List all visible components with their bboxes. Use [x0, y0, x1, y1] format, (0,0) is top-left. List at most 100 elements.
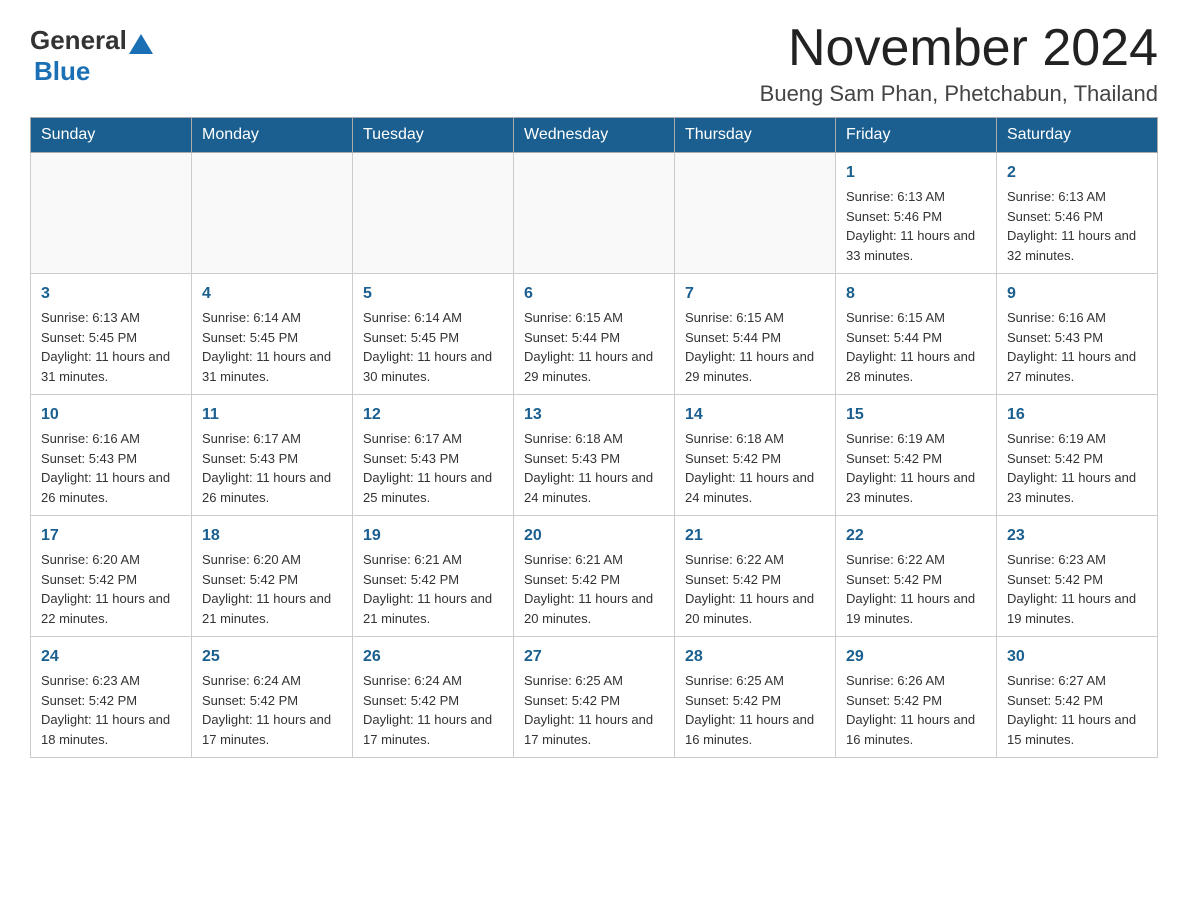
calendar-cell: 29Sunrise: 6:26 AMSunset: 5:42 PMDayligh… [836, 637, 997, 758]
day-info-line: Daylight: 11 hours and 21 minutes. [363, 589, 503, 628]
day-number: 24 [41, 645, 181, 669]
calendar-cell: 22Sunrise: 6:22 AMSunset: 5:42 PMDayligh… [836, 516, 997, 637]
day-info-line: Daylight: 11 hours and 23 minutes. [846, 468, 986, 507]
calendar-cell: 23Sunrise: 6:23 AMSunset: 5:42 PMDayligh… [997, 516, 1158, 637]
calendar-cell: 18Sunrise: 6:20 AMSunset: 5:42 PMDayligh… [192, 516, 353, 637]
calendar-cell: 12Sunrise: 6:17 AMSunset: 5:43 PMDayligh… [353, 395, 514, 516]
day-number: 6 [524, 282, 664, 306]
day-number: 7 [685, 282, 825, 306]
day-info-line: Sunrise: 6:21 AM [524, 550, 664, 570]
day-info-line: Sunrise: 6:14 AM [202, 308, 342, 328]
day-info-line: Sunrise: 6:24 AM [202, 671, 342, 691]
day-info-line: Sunset: 5:43 PM [202, 449, 342, 469]
day-info-line: Sunset: 5:46 PM [1007, 207, 1147, 227]
day-info-line: Sunrise: 6:13 AM [1007, 187, 1147, 207]
calendar-cell: 13Sunrise: 6:18 AMSunset: 5:43 PMDayligh… [514, 395, 675, 516]
day-info-line: Sunset: 5:45 PM [202, 328, 342, 348]
day-info-line: Sunset: 5:42 PM [846, 691, 986, 711]
calendar-cell [675, 153, 836, 274]
day-info-line: Daylight: 11 hours and 26 minutes. [202, 468, 342, 507]
calendar-cell: 11Sunrise: 6:17 AMSunset: 5:43 PMDayligh… [192, 395, 353, 516]
calendar-cell: 25Sunrise: 6:24 AMSunset: 5:42 PMDayligh… [192, 637, 353, 758]
day-info-line: Sunrise: 6:16 AM [1007, 308, 1147, 328]
day-info-line: Sunrise: 6:13 AM [41, 308, 181, 328]
calendar-cell [353, 153, 514, 274]
day-info-line: Sunrise: 6:14 AM [363, 308, 503, 328]
day-info-line: Sunset: 5:45 PM [41, 328, 181, 348]
day-number: 19 [363, 524, 503, 548]
day-info-line: Daylight: 11 hours and 19 minutes. [1007, 589, 1147, 628]
day-info-line: Sunrise: 6:20 AM [202, 550, 342, 570]
day-number: 16 [1007, 403, 1147, 427]
day-number: 25 [202, 645, 342, 669]
day-info-line: Sunset: 5:43 PM [1007, 328, 1147, 348]
day-info-line: Sunset: 5:42 PM [41, 570, 181, 590]
day-number: 2 [1007, 161, 1147, 185]
calendar-cell: 3Sunrise: 6:13 AMSunset: 5:45 PMDaylight… [31, 274, 192, 395]
day-info-line: Sunrise: 6:18 AM [685, 429, 825, 449]
header-wednesday: Wednesday [514, 118, 675, 153]
week-row-4: 17Sunrise: 6:20 AMSunset: 5:42 PMDayligh… [31, 516, 1158, 637]
day-number: 5 [363, 282, 503, 306]
calendar-cell: 2Sunrise: 6:13 AMSunset: 5:46 PMDaylight… [997, 153, 1158, 274]
calendar-cell: 19Sunrise: 6:21 AMSunset: 5:42 PMDayligh… [353, 516, 514, 637]
header-tuesday: Tuesday [353, 118, 514, 153]
day-info-line: Sunrise: 6:17 AM [363, 429, 503, 449]
header-monday: Monday [192, 118, 353, 153]
day-info-line: Sunset: 5:44 PM [846, 328, 986, 348]
day-info-line: Daylight: 11 hours and 33 minutes. [846, 226, 986, 265]
day-info-line: Daylight: 11 hours and 29 minutes. [524, 347, 664, 386]
day-number: 23 [1007, 524, 1147, 548]
logo-triangle-icon [129, 34, 153, 54]
calendar-cell: 15Sunrise: 6:19 AMSunset: 5:42 PMDayligh… [836, 395, 997, 516]
calendar-cell [31, 153, 192, 274]
day-info-line: Sunset: 5:46 PM [846, 207, 986, 227]
calendar-cell: 4Sunrise: 6:14 AMSunset: 5:45 PMDaylight… [192, 274, 353, 395]
day-info-line: Daylight: 11 hours and 31 minutes. [202, 347, 342, 386]
day-info-line: Sunset: 5:43 PM [524, 449, 664, 469]
day-info-line: Sunset: 5:42 PM [363, 691, 503, 711]
day-info-line: Sunrise: 6:23 AM [41, 671, 181, 691]
location-subtitle: Bueng Sam Phan, Phetchabun, Thailand [760, 81, 1158, 107]
calendar-cell: 1Sunrise: 6:13 AMSunset: 5:46 PMDaylight… [836, 153, 997, 274]
day-info-line: Sunrise: 6:23 AM [1007, 550, 1147, 570]
calendar-cell: 5Sunrise: 6:14 AMSunset: 5:45 PMDaylight… [353, 274, 514, 395]
calendar-cell [192, 153, 353, 274]
day-number: 28 [685, 645, 825, 669]
calendar-table: Sunday Monday Tuesday Wednesday Thursday… [30, 117, 1158, 758]
day-info-line: Sunset: 5:43 PM [363, 449, 503, 469]
day-number: 12 [363, 403, 503, 427]
day-info-line: Daylight: 11 hours and 31 minutes. [41, 347, 181, 386]
day-info-line: Sunrise: 6:22 AM [846, 550, 986, 570]
calendar-cell: 17Sunrise: 6:20 AMSunset: 5:42 PMDayligh… [31, 516, 192, 637]
header-thursday: Thursday [675, 118, 836, 153]
day-number: 29 [846, 645, 986, 669]
day-info-line: Daylight: 11 hours and 20 minutes. [685, 589, 825, 628]
day-info-line: Sunset: 5:42 PM [524, 691, 664, 711]
day-info-line: Sunset: 5:42 PM [685, 449, 825, 469]
day-info-line: Daylight: 11 hours and 17 minutes. [202, 710, 342, 749]
day-info-line: Sunset: 5:42 PM [202, 570, 342, 590]
title-section: November 2024 Bueng Sam Phan, Phetchabun… [760, 20, 1158, 107]
day-info-line: Daylight: 11 hours and 20 minutes. [524, 589, 664, 628]
day-info-line: Sunrise: 6:15 AM [846, 308, 986, 328]
calendar-cell: 10Sunrise: 6:16 AMSunset: 5:43 PMDayligh… [31, 395, 192, 516]
day-number: 13 [524, 403, 664, 427]
day-number: 26 [363, 645, 503, 669]
day-number: 8 [846, 282, 986, 306]
day-info-line: Daylight: 11 hours and 27 minutes. [1007, 347, 1147, 386]
day-info-line: Sunrise: 6:17 AM [202, 429, 342, 449]
day-info-line: Sunrise: 6:19 AM [846, 429, 986, 449]
day-info-line: Daylight: 11 hours and 15 minutes. [1007, 710, 1147, 749]
day-info-line: Daylight: 11 hours and 23 minutes. [1007, 468, 1147, 507]
day-number: 3 [41, 282, 181, 306]
day-info-line: Daylight: 11 hours and 17 minutes. [363, 710, 503, 749]
day-info-line: Sunset: 5:42 PM [1007, 570, 1147, 590]
day-number: 4 [202, 282, 342, 306]
day-number: 10 [41, 403, 181, 427]
header-saturday: Saturday [997, 118, 1158, 153]
calendar-cell: 8Sunrise: 6:15 AMSunset: 5:44 PMDaylight… [836, 274, 997, 395]
calendar-cell: 7Sunrise: 6:15 AMSunset: 5:44 PMDaylight… [675, 274, 836, 395]
header-friday: Friday [836, 118, 997, 153]
day-info-line: Daylight: 11 hours and 19 minutes. [846, 589, 986, 628]
